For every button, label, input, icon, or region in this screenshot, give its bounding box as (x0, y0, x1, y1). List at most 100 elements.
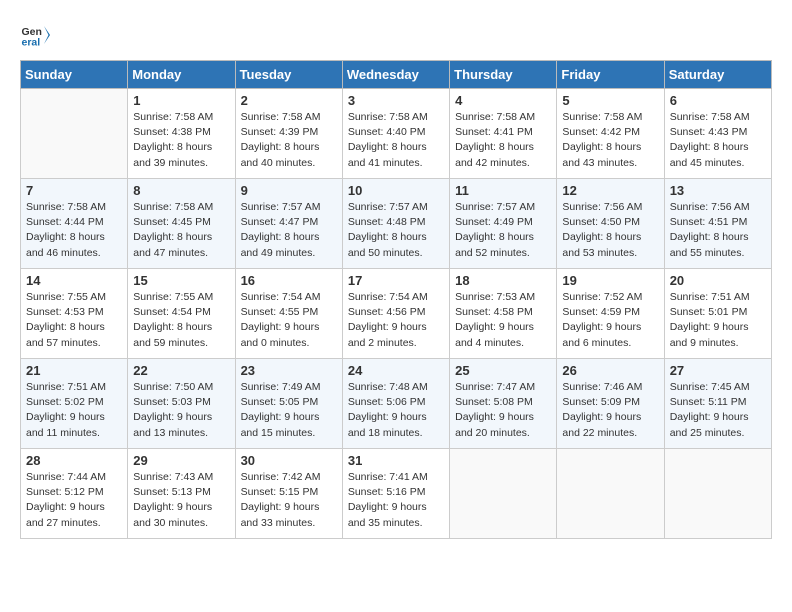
calendar-cell: 21 Sunrise: 7:51 AM Sunset: 5:02 PM Dayli… (21, 359, 128, 449)
day-info: Sunrise: 7:53 AM Sunset: 4:58 PM Dayligh… (455, 290, 551, 351)
day-number: 11 (455, 183, 551, 198)
calendar-cell: 6 Sunrise: 7:58 AM Sunset: 4:43 PM Daylig… (664, 89, 771, 179)
calendar-cell: 23 Sunrise: 7:49 AM Sunset: 5:05 PM Dayli… (235, 359, 342, 449)
day-number: 6 (670, 93, 766, 108)
day-number: 21 (26, 363, 122, 378)
day-number: 18 (455, 273, 551, 288)
day-number: 9 (241, 183, 337, 198)
day-info: Sunrise: 7:51 AM Sunset: 5:02 PM Dayligh… (26, 380, 122, 441)
day-number: 29 (133, 453, 229, 468)
svg-text:eral: eral (22, 37, 41, 49)
day-info: Sunrise: 7:58 AM Sunset: 4:44 PM Dayligh… (26, 200, 122, 261)
calendar-cell: 18 Sunrise: 7:53 AM Sunset: 4:58 PM Dayli… (450, 269, 557, 359)
day-info: Sunrise: 7:41 AM Sunset: 5:16 PM Dayligh… (348, 470, 444, 531)
calendar-cell: 17 Sunrise: 7:54 AM Sunset: 4:56 PM Dayli… (342, 269, 449, 359)
col-header-friday: Friday (557, 61, 664, 89)
day-info: Sunrise: 7:58 AM Sunset: 4:43 PM Dayligh… (670, 110, 766, 171)
calendar-table: SundayMondayTuesdayWednesdayThursdayFrid… (20, 60, 772, 539)
day-info: Sunrise: 7:57 AM Sunset: 4:47 PM Dayligh… (241, 200, 337, 261)
calendar-cell: 31 Sunrise: 7:41 AM Sunset: 5:16 PM Dayli… (342, 449, 449, 539)
day-number: 10 (348, 183, 444, 198)
day-number: 20 (670, 273, 766, 288)
day-info: Sunrise: 7:57 AM Sunset: 4:48 PM Dayligh… (348, 200, 444, 261)
calendar-cell: 25 Sunrise: 7:47 AM Sunset: 5:08 PM Dayli… (450, 359, 557, 449)
calendar-cell: 20 Sunrise: 7:51 AM Sunset: 5:01 PM Dayli… (664, 269, 771, 359)
day-info: Sunrise: 7:58 AM Sunset: 4:41 PM Dayligh… (455, 110, 551, 171)
calendar-cell: 29 Sunrise: 7:43 AM Sunset: 5:13 PM Dayli… (128, 449, 235, 539)
calendar-week-1: 1 Sunrise: 7:58 AM Sunset: 4:38 PM Daylig… (21, 89, 772, 179)
calendar-week-5: 28Sunrise: 7:44 AM Sunset: 5:12 PM Dayli… (21, 449, 772, 539)
day-info: Sunrise: 7:54 AM Sunset: 4:55 PM Dayligh… (241, 290, 337, 351)
day-info: Sunrise: 7:57 AM Sunset: 4:49 PM Dayligh… (455, 200, 551, 261)
day-info: Sunrise: 7:50 AM Sunset: 5:03 PM Dayligh… (133, 380, 229, 441)
logo-icon: Gen eral (20, 20, 50, 50)
day-info: Sunrise: 7:58 AM Sunset: 4:39 PM Dayligh… (241, 110, 337, 171)
day-info: Sunrise: 7:55 AM Sunset: 4:54 PM Dayligh… (133, 290, 229, 351)
day-info: Sunrise: 7:55 AM Sunset: 4:53 PM Dayligh… (26, 290, 122, 351)
calendar-cell: 12 Sunrise: 7:56 AM Sunset: 4:50 PM Dayli… (557, 179, 664, 269)
calendar-cell: 7 Sunrise: 7:58 AM Sunset: 4:44 PM Daylig… (21, 179, 128, 269)
day-number: 23 (241, 363, 337, 378)
day-number: 5 (562, 93, 658, 108)
logo: Gen eral (20, 20, 54, 50)
calendar-cell: 28Sunrise: 7:44 AM Sunset: 5:12 PM Dayli… (21, 449, 128, 539)
calendar-cell: 1 Sunrise: 7:58 AM Sunset: 4:38 PM Daylig… (128, 89, 235, 179)
col-header-monday: Monday (128, 61, 235, 89)
col-header-wednesday: Wednesday (342, 61, 449, 89)
calendar-cell: 5 Sunrise: 7:58 AM Sunset: 4:42 PM Daylig… (557, 89, 664, 179)
calendar-cell (21, 89, 128, 179)
calendar-cell: 14 Sunrise: 7:55 AM Sunset: 4:53 PM Dayli… (21, 269, 128, 359)
day-info: Sunrise: 7:52 AM Sunset: 4:59 PM Dayligh… (562, 290, 658, 351)
day-number: 25 (455, 363, 551, 378)
day-number: 12 (562, 183, 658, 198)
day-info: Sunrise: 7:46 AM Sunset: 5:09 PM Dayligh… (562, 380, 658, 441)
day-info: Sunrise: 7:58 AM Sunset: 4:40 PM Dayligh… (348, 110, 444, 171)
day-number: 24 (348, 363, 444, 378)
day-info: Sunrise: 7:56 AM Sunset: 4:50 PM Dayligh… (562, 200, 658, 261)
page-header: Gen eral (20, 20, 772, 50)
day-info: Sunrise: 7:49 AM Sunset: 5:05 PM Dayligh… (241, 380, 337, 441)
day-info: Sunrise: 7:43 AM Sunset: 5:13 PM Dayligh… (133, 470, 229, 531)
calendar-cell: 10 Sunrise: 7:57 AM Sunset: 4:48 PM Dayli… (342, 179, 449, 269)
calendar-cell: 4 Sunrise: 7:58 AM Sunset: 4:41 PM Daylig… (450, 89, 557, 179)
calendar-cell (557, 449, 664, 539)
calendar-cell: 15Sunrise: 7:55 AM Sunset: 4:54 PM Dayli… (128, 269, 235, 359)
day-number: 31 (348, 453, 444, 468)
calendar-cell: 16 Sunrise: 7:54 AM Sunset: 4:55 PM Dayli… (235, 269, 342, 359)
day-number: 1 (133, 93, 229, 108)
calendar-week-2: 7 Sunrise: 7:58 AM Sunset: 4:44 PM Daylig… (21, 179, 772, 269)
day-info: Sunrise: 7:47 AM Sunset: 5:08 PM Dayligh… (455, 380, 551, 441)
day-number: 4 (455, 93, 551, 108)
day-number: 16 (241, 273, 337, 288)
calendar-cell: 27Sunrise: 7:45 AM Sunset: 5:11 PM Dayli… (664, 359, 771, 449)
calendar-cell: 9 Sunrise: 7:57 AM Sunset: 4:47 PM Daylig… (235, 179, 342, 269)
calendar-week-3: 14 Sunrise: 7:55 AM Sunset: 4:53 PM Dayli… (21, 269, 772, 359)
calendar-cell: 19 Sunrise: 7:52 AM Sunset: 4:59 PM Dayli… (557, 269, 664, 359)
calendar-cell: 3 Sunrise: 7:58 AM Sunset: 4:40 PM Daylig… (342, 89, 449, 179)
day-number: 7 (26, 183, 122, 198)
col-header-saturday: Saturday (664, 61, 771, 89)
calendar-cell: 8 Sunrise: 7:58 AM Sunset: 4:45 PM Daylig… (128, 179, 235, 269)
calendar-cell: 30Sunrise: 7:42 AM Sunset: 5:15 PM Dayli… (235, 449, 342, 539)
day-info: Sunrise: 7:58 AM Sunset: 4:42 PM Dayligh… (562, 110, 658, 171)
day-info: Sunrise: 7:51 AM Sunset: 5:01 PM Dayligh… (670, 290, 766, 351)
calendar-cell: 11 Sunrise: 7:57 AM Sunset: 4:49 PM Dayli… (450, 179, 557, 269)
calendar-cell: 13Sunrise: 7:56 AM Sunset: 4:51 PM Dayli… (664, 179, 771, 269)
day-info: Sunrise: 7:56 AM Sunset: 4:51 PM Dayligh… (670, 200, 766, 261)
calendar-cell (664, 449, 771, 539)
day-number: 8 (133, 183, 229, 198)
day-info: Sunrise: 7:54 AM Sunset: 4:56 PM Dayligh… (348, 290, 444, 351)
calendar-cell: 2Sunrise: 7:58 AM Sunset: 4:39 PM Daylig… (235, 89, 342, 179)
calendar-cell: 26Sunrise: 7:46 AM Sunset: 5:09 PM Dayli… (557, 359, 664, 449)
day-number: 19 (562, 273, 658, 288)
day-info: Sunrise: 7:58 AM Sunset: 4:38 PM Dayligh… (133, 110, 229, 171)
day-number: 22 (133, 363, 229, 378)
calendar-cell (450, 449, 557, 539)
day-info: Sunrise: 7:58 AM Sunset: 4:45 PM Dayligh… (133, 200, 229, 261)
col-header-tuesday: Tuesday (235, 61, 342, 89)
day-number: 3 (348, 93, 444, 108)
day-number: 17 (348, 273, 444, 288)
day-info: Sunrise: 7:48 AM Sunset: 5:06 PM Dayligh… (348, 380, 444, 441)
day-number: 14 (26, 273, 122, 288)
col-header-sunday: Sunday (21, 61, 128, 89)
